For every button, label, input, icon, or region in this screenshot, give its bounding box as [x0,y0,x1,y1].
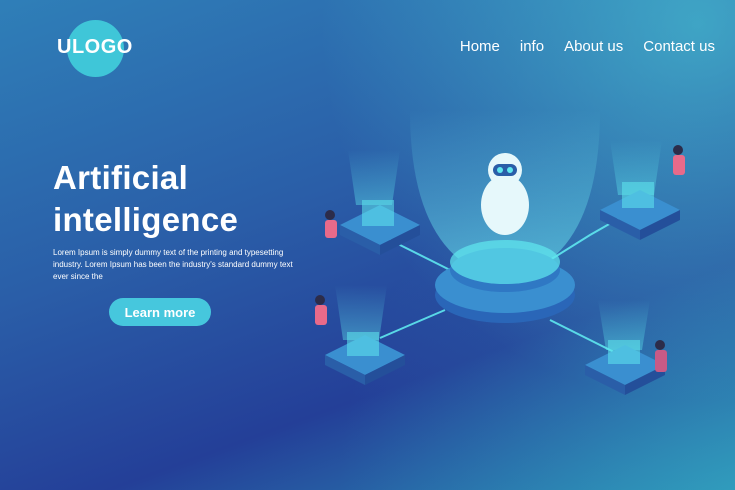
nav-contact[interactable]: Contact us [643,38,715,55]
nav-home[interactable]: Home [460,38,500,55]
hero-title-line1: Artificial [53,159,189,196]
node-top-left [340,150,420,255]
node-bottom-left [325,285,405,385]
hero-title-line2: intelligence [53,201,239,238]
main-nav: Home info About us Contact us [440,38,715,55]
hero-description: Lorem Ipsum is simply dummy text of the … [53,248,293,281]
node-bottom-right [585,300,665,395]
logo-text: ULOGO [57,36,133,58]
logo[interactable]: ULOGO [57,20,132,82]
nav-about[interactable]: About us [564,38,623,55]
node-top-right [600,140,680,240]
nav-info[interactable]: info [520,38,544,55]
central-robot-node [410,110,600,323]
learn-more-button[interactable]: Learn more [109,298,211,326]
ai-network-illustration [315,110,685,395]
hero-title: Artificial intelligence [53,157,238,241]
